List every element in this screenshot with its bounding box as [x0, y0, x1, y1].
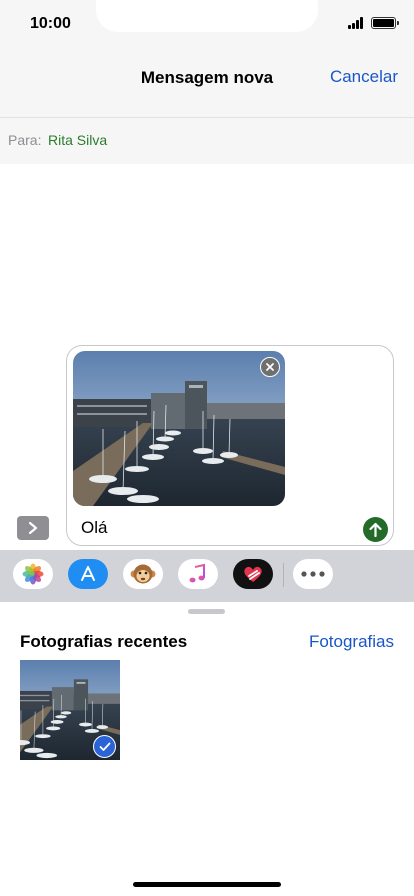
app-store-button[interactable] [68, 559, 108, 589]
music-icon [189, 563, 205, 583]
home-indicator[interactable] [133, 882, 281, 887]
nav-bar: Mensagem nova Cancelar [0, 48, 414, 118]
arrow-up-icon [369, 522, 382, 537]
more-apps-button[interactable] [293, 559, 333, 589]
message-composer[interactable]: Olá [66, 345, 394, 546]
photos-link[interactable]: Fotografias [309, 632, 394, 652]
panel-grabber[interactable] [188, 609, 225, 614]
app-store-icon [81, 566, 95, 581]
expand-apps-button[interactable] [17, 516, 49, 540]
photo-picker-panel: Fotografias recentes Fotografias [0, 602, 414, 896]
recipient-row[interactable]: Para: Rita Silva [0, 118, 414, 164]
chevron-right-icon [28, 522, 38, 534]
close-icon [266, 363, 274, 371]
message-input[interactable]: Olá [81, 518, 107, 538]
animoji-icon [130, 564, 156, 584]
more-icon [301, 571, 325, 577]
animoji-button[interactable] [123, 559, 163, 589]
photo-thumbnail[interactable] [20, 660, 120, 760]
imessage-app-strip [0, 550, 414, 602]
selected-check-icon [93, 735, 116, 758]
cancel-button[interactable]: Cancelar [330, 67, 398, 87]
digital-touch-button[interactable] [233, 559, 273, 589]
signal-icon [348, 17, 366, 29]
photos-icon [22, 563, 44, 585]
divider [283, 563, 284, 587]
remove-attachment-button[interactable] [260, 357, 280, 377]
send-button[interactable] [363, 517, 388, 542]
recipient-name[interactable]: Rita Silva [48, 132, 107, 148]
photo-attachment[interactable] [73, 351, 285, 506]
music-app-button[interactable] [178, 559, 218, 589]
status-bar: 10:00 [0, 0, 414, 48]
photos-app-button[interactable] [13, 559, 53, 589]
notch [96, 0, 318, 32]
battery-icon [371, 17, 399, 29]
status-time: 10:00 [30, 15, 71, 32]
recent-photos-title: Fotografias recentes [20, 632, 188, 651]
recipient-label: Para: [8, 132, 42, 148]
harbor-photo [73, 351, 285, 506]
digital-touch-icon [244, 566, 262, 582]
